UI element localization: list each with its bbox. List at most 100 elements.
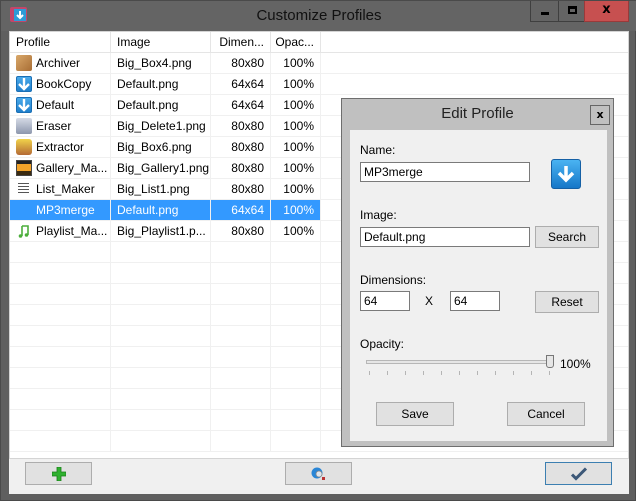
- profile-cell: [10, 284, 111, 304]
- opacity-label: Opacity:: [360, 337, 405, 351]
- dimensions-cell: 80x80: [211, 158, 271, 178]
- table-row[interactable]: BookCopy Default.png 64x64 100%: [10, 74, 628, 95]
- profile-image-preview: [551, 159, 581, 189]
- profile-cell: [10, 242, 111, 262]
- image-cell: [111, 347, 211, 367]
- profile-cell: [10, 347, 111, 367]
- opacity-cell: 100%: [271, 137, 321, 157]
- image-cell: [111, 389, 211, 409]
- profile-cell: [10, 410, 111, 430]
- profile-cell: [10, 305, 111, 325]
- slider-tick: [459, 371, 460, 375]
- slider-tick: [441, 371, 442, 375]
- opacity-cell: 100%: [271, 158, 321, 178]
- dimensions-cell: 80x80: [211, 116, 271, 136]
- opacity-cell: [271, 326, 321, 346]
- image-cell: [111, 284, 211, 304]
- image-cell: [111, 242, 211, 262]
- table-row[interactable]: Archiver Big_Box4.png 80x80 100%: [10, 53, 628, 74]
- image-cell: Default.png: [111, 95, 211, 115]
- dimensions-cell: [211, 368, 271, 388]
- name-input[interactable]: [360, 162, 530, 182]
- dimensions-cell: 80x80: [211, 53, 271, 73]
- minimize-icon: [541, 12, 549, 15]
- opacity-cell: [271, 410, 321, 430]
- opacity-cell: 100%: [271, 95, 321, 115]
- profile-cell: [10, 431, 111, 451]
- title-bar[interactable]: Customize Profiles x: [1, 1, 636, 31]
- opacity-cell: [271, 431, 321, 451]
- image-cell: Big_List1.png: [111, 179, 211, 199]
- search-button[interactable]: Search: [535, 226, 599, 248]
- opacity-cell: 100%: [271, 200, 321, 220]
- maximize-button[interactable]: [558, 1, 585, 22]
- dialog-title: Edit Profile: [441, 105, 514, 122]
- opacity-cell: [271, 284, 321, 304]
- profile-cell: [10, 326, 111, 346]
- dimensions-cell: [211, 326, 271, 346]
- column-header-dimensions[interactable]: Dimen...: [211, 32, 271, 52]
- dimensions-label: Dimensions:: [360, 273, 427, 287]
- dimensions-separator: X: [425, 294, 434, 308]
- image-cell: [111, 305, 211, 325]
- profile-cell: Default: [10, 95, 111, 115]
- add-icon: [51, 466, 66, 481]
- image-cell: Big_Box6.png: [111, 137, 211, 157]
- profile-cell: Archiver: [10, 53, 111, 73]
- opacity-slider-track[interactable]: [366, 360, 551, 364]
- slider-tick: [405, 371, 406, 375]
- image-cell: Big_Gallery1.png: [111, 158, 211, 178]
- slider-tick: [477, 371, 478, 375]
- opacity-cell: [271, 368, 321, 388]
- bottom-toolbar: [9, 459, 629, 494]
- column-header-profile[interactable]: Profile: [10, 32, 111, 52]
- maximize-icon: [568, 6, 577, 14]
- opacity-cell: 100%: [271, 116, 321, 136]
- dialog-body: Name: Image: Search Dimensions: X Reset …: [350, 130, 607, 441]
- opacity-cell: [271, 242, 321, 262]
- opacity-slider-thumb[interactable]: [546, 355, 554, 368]
- image-cell: Default.png: [111, 74, 211, 94]
- checkmark-icon: [570, 467, 587, 480]
- opacity-cell: 100%: [271, 74, 321, 94]
- slider-tick: [387, 371, 388, 375]
- dimensions-cell: [211, 347, 271, 367]
- dimensions-cell: 80x80: [211, 221, 271, 241]
- dimensions-cell: 64x64: [211, 74, 271, 94]
- opacity-cell: [271, 347, 321, 367]
- width-input[interactable]: [360, 291, 410, 311]
- save-button[interactable]: Save: [376, 402, 454, 426]
- profile-cell: [10, 389, 111, 409]
- dialog-close-button[interactable]: x: [590, 105, 610, 125]
- reset-button[interactable]: Reset: [535, 291, 599, 313]
- opacity-cell: [271, 389, 321, 409]
- dimensions-cell: [211, 242, 271, 262]
- globe-search-icon: [311, 467, 325, 480]
- name-label: Name:: [360, 143, 396, 157]
- opacity-value: 100%: [560, 357, 591, 371]
- image-input[interactable]: [360, 227, 530, 247]
- dimensions-cell: 64x64: [211, 200, 271, 220]
- minimize-button[interactable]: [530, 1, 559, 22]
- ok-button[interactable]: [545, 462, 612, 485]
- profile-cell: [10, 368, 111, 388]
- add-profile-button[interactable]: [25, 462, 92, 485]
- height-input[interactable]: [450, 291, 500, 311]
- opacity-cell: 100%: [271, 53, 321, 73]
- web-search-button[interactable]: [285, 462, 352, 485]
- slider-tick: [369, 371, 370, 375]
- close-button[interactable]: x: [584, 1, 629, 22]
- opacity-cell: 100%: [271, 179, 321, 199]
- slider-tick: [495, 371, 496, 375]
- opacity-slider-ticks: [369, 371, 554, 376]
- column-header-image[interactable]: Image: [111, 32, 211, 52]
- slider-tick: [423, 371, 424, 375]
- cancel-button[interactable]: Cancel: [507, 402, 585, 426]
- image-cell: Default.png: [111, 200, 211, 220]
- profile-cell: BookCopy: [10, 74, 111, 94]
- image-cell: Big_Playlist1.p...: [111, 221, 211, 241]
- column-header-opacity[interactable]: Opac...: [271, 32, 321, 52]
- profile-cell: Playlist_Ma...: [10, 221, 111, 241]
- dimensions-cell: 80x80: [211, 179, 271, 199]
- opacity-cell: [271, 305, 321, 325]
